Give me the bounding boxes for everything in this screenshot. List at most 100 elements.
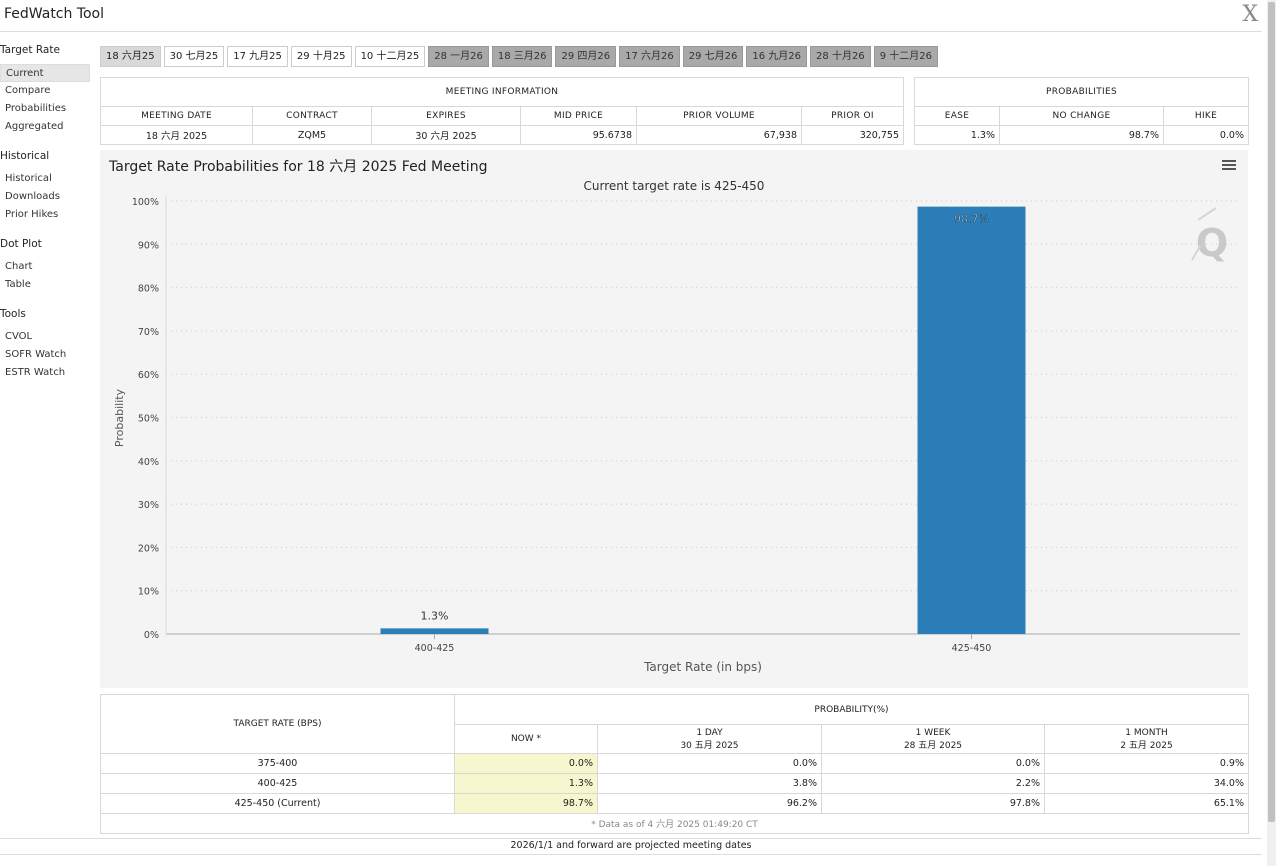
- sidebar-nav: Target Rate Current Compare Probabilities Ag…: [0, 44, 92, 382]
- chart-panel: Current target rate is 425-450 0% 10% 20% 30…: [100, 150, 1248, 688]
- q-logo-icon: Q: [1191, 207, 1228, 265]
- probability-group-header: PROBABILITY(%): [454, 694, 1249, 725]
- probability-cell: 3.8%: [597, 773, 822, 794]
- title-bar: FedWatch Tool X: [0, 0, 1262, 32]
- tab-meeting-date[interactable]: 18 六月25: [100, 46, 161, 67]
- col-target-rate: TARGET RATE (BPS): [100, 694, 455, 754]
- probability-cell: 65.1%: [1044, 793, 1249, 814]
- col-expires: EXPIRES: [371, 106, 521, 126]
- tab-meeting-date[interactable]: 29 七月26: [682, 46, 744, 67]
- target-rate-cell: 375-400: [100, 753, 455, 774]
- y-tick-label: 10%: [138, 587, 159, 598]
- col-prob-period: 1 MONTH 2 五月 2025: [1044, 724, 1249, 754]
- sidebar-item-downloads[interactable]: Downloads: [0, 188, 90, 206]
- sidebar-group-historical: Historical: [0, 150, 50, 162]
- col-period-label: 1 WEEK: [915, 727, 951, 738]
- prior-oi-value: 320,755: [801, 125, 904, 145]
- col-no-change: NO CHANGE: [999, 106, 1164, 126]
- col-prior-oi: PRIOR OI: [801, 106, 904, 126]
- probabilities-header: PROBABILITIES: [914, 77, 1249, 107]
- close-icon[interactable]: X: [1242, 2, 1258, 27]
- x-axis-title: Target Rate (in bps): [643, 660, 762, 674]
- y-tick-label: 80%: [138, 284, 159, 295]
- no-change-value: 98.7%: [999, 125, 1164, 145]
- meeting-information-header: MEETING INFORMATION: [100, 77, 904, 107]
- table-row: 1.3% 98.7% 0.0%: [914, 125, 1249, 145]
- sidebar-item-chart[interactable]: Chart: [0, 258, 90, 276]
- prior-volume-value: 67,938: [636, 125, 802, 145]
- y-tick-label: 100%: [132, 197, 159, 208]
- tab-meeting-date[interactable]: 16 九月26: [746, 46, 808, 67]
- hamburger-menu-icon[interactable]: [1222, 160, 1236, 172]
- table-row: 375-400 0.0% 0.0% 0.0% 0.9%: [100, 753, 1249, 774]
- col-prob-period: 1 WEEK 28 五月 2025: [821, 724, 1045, 754]
- table-row: 18 六月 2025 ZQM5 30 六月 2025 95.6738 67,93…: [100, 125, 904, 145]
- sidebar-item-estr-watch[interactable]: ESTR Watch: [0, 364, 90, 382]
- col-period-label: 1 MONTH: [1125, 727, 1168, 738]
- probability-cell: 96.2%: [597, 793, 822, 814]
- x-tick-label: 400-425: [415, 643, 455, 654]
- col-period-label: 1 DAY: [696, 727, 723, 738]
- tab-meeting-date[interactable]: 17 九月25: [227, 46, 288, 67]
- tab-meeting-date[interactable]: 29 四月26: [555, 46, 617, 67]
- col-prior-volume: PRIOR VOLUME: [636, 106, 802, 126]
- bar-425-450[interactable]: [917, 206, 1026, 634]
- sidebar-item-probabilities[interactable]: Probabilities: [0, 100, 90, 118]
- bar-400-425[interactable]: [380, 628, 489, 634]
- contract-value: ZQM5: [252, 125, 372, 145]
- probability-bar-chart: Current target rate is 425-450 0% 10% 20% 30…: [113, 179, 1240, 674]
- sidebar-item-cvol[interactable]: CVOL: [0, 328, 90, 346]
- table-row: 425-450 (Current) 98.7% 96.2% 97.8% 65.1%: [100, 793, 1249, 814]
- tab-meeting-date[interactable]: 10 十二月25: [354, 46, 426, 67]
- col-hike: HIKE: [1163, 106, 1249, 126]
- tab-meeting-date[interactable]: 9 十二月26: [873, 46, 938, 67]
- tab-meeting-date[interactable]: 17 六月26: [619, 46, 680, 67]
- now-probability-cell: 0.0%: [454, 753, 598, 774]
- probability-table: TARGET RATE (BPS) PROBABILITY(%) NOW * 1 …: [100, 694, 1249, 834]
- col-period-date: 28 五月 2025: [903, 740, 963, 751]
- tab-meeting-date[interactable]: 28 十月26: [810, 46, 871, 67]
- sidebar-item-prior-hikes[interactable]: Prior Hikes: [0, 206, 90, 224]
- sidebar-item-historical[interactable]: Historical: [0, 170, 90, 188]
- y-tick-label: 0%: [144, 630, 159, 641]
- scrollbar-thumb[interactable]: [1268, 2, 1275, 822]
- col-mid-price: MID PRICE: [520, 106, 637, 126]
- sidebar-item-sofr-watch[interactable]: SOFR Watch: [0, 346, 90, 364]
- y-tick-label: 20%: [138, 543, 159, 554]
- col-contract: CONTRACT: [252, 106, 372, 126]
- vertical-scrollbar[interactable]: [1267, 0, 1276, 866]
- sidebar-group-dot-plot: Dot Plot: [0, 238, 42, 250]
- sidebar-item-compare[interactable]: Compare: [0, 82, 90, 100]
- col-ease: EASE: [914, 106, 1000, 126]
- probability-cell: 34.0%: [1044, 773, 1249, 794]
- app-title: FedWatch Tool: [4, 6, 105, 22]
- projected-dates-note: 2026/1/1 and forward are projected meeti…: [0, 838, 1262, 852]
- tab-meeting-date[interactable]: 29 十月25: [290, 46, 352, 67]
- data-as-of-note: * Data as of 4 六月 2025 01:49:20 CT: [100, 813, 1249, 834]
- tab-meeting-date[interactable]: 18 三月26: [491, 46, 553, 67]
- svg-text:Q: Q: [1196, 221, 1228, 265]
- y-tick-label: 40%: [138, 457, 159, 468]
- col-period-date: 2 五月 2025: [1120, 740, 1173, 751]
- probability-cell: 0.9%: [1044, 753, 1249, 774]
- meeting-date-value: 18 六月 2025: [100, 125, 253, 145]
- meeting-information-table: MEETING INFORMATION MEETING DATE CONTRAC…: [100, 77, 904, 145]
- col-meeting-date: MEETING DATE: [100, 106, 253, 126]
- y-tick-label: 30%: [138, 500, 159, 511]
- sidebar-item-current[interactable]: Current: [0, 64, 90, 82]
- mid-price-value: 95.6738: [520, 125, 637, 145]
- table-row: 400-425 1.3% 3.8% 2.2% 34.0%: [100, 773, 1249, 794]
- sidebar-item-table[interactable]: Table: [0, 276, 90, 294]
- target-rate-cell: 400-425: [100, 773, 455, 794]
- sidebar-item-aggregated[interactable]: Aggregated: [0, 118, 90, 136]
- col-period-date: 30 五月 2025: [680, 740, 739, 751]
- tab-meeting-date[interactable]: 28 一月26: [428, 46, 489, 67]
- target-rate-cell: 425-450 (Current): [100, 793, 455, 814]
- now-probability-cell: 98.7%: [454, 793, 598, 814]
- probability-cell: 2.2%: [821, 773, 1045, 794]
- y-tick-label: 70%: [138, 327, 159, 338]
- tab-meeting-date[interactable]: 30 七月25: [163, 46, 225, 67]
- ease-value: 1.3%: [914, 125, 1000, 145]
- probability-cell: 0.0%: [597, 753, 822, 774]
- bar-value-label: 98.7%: [954, 213, 989, 226]
